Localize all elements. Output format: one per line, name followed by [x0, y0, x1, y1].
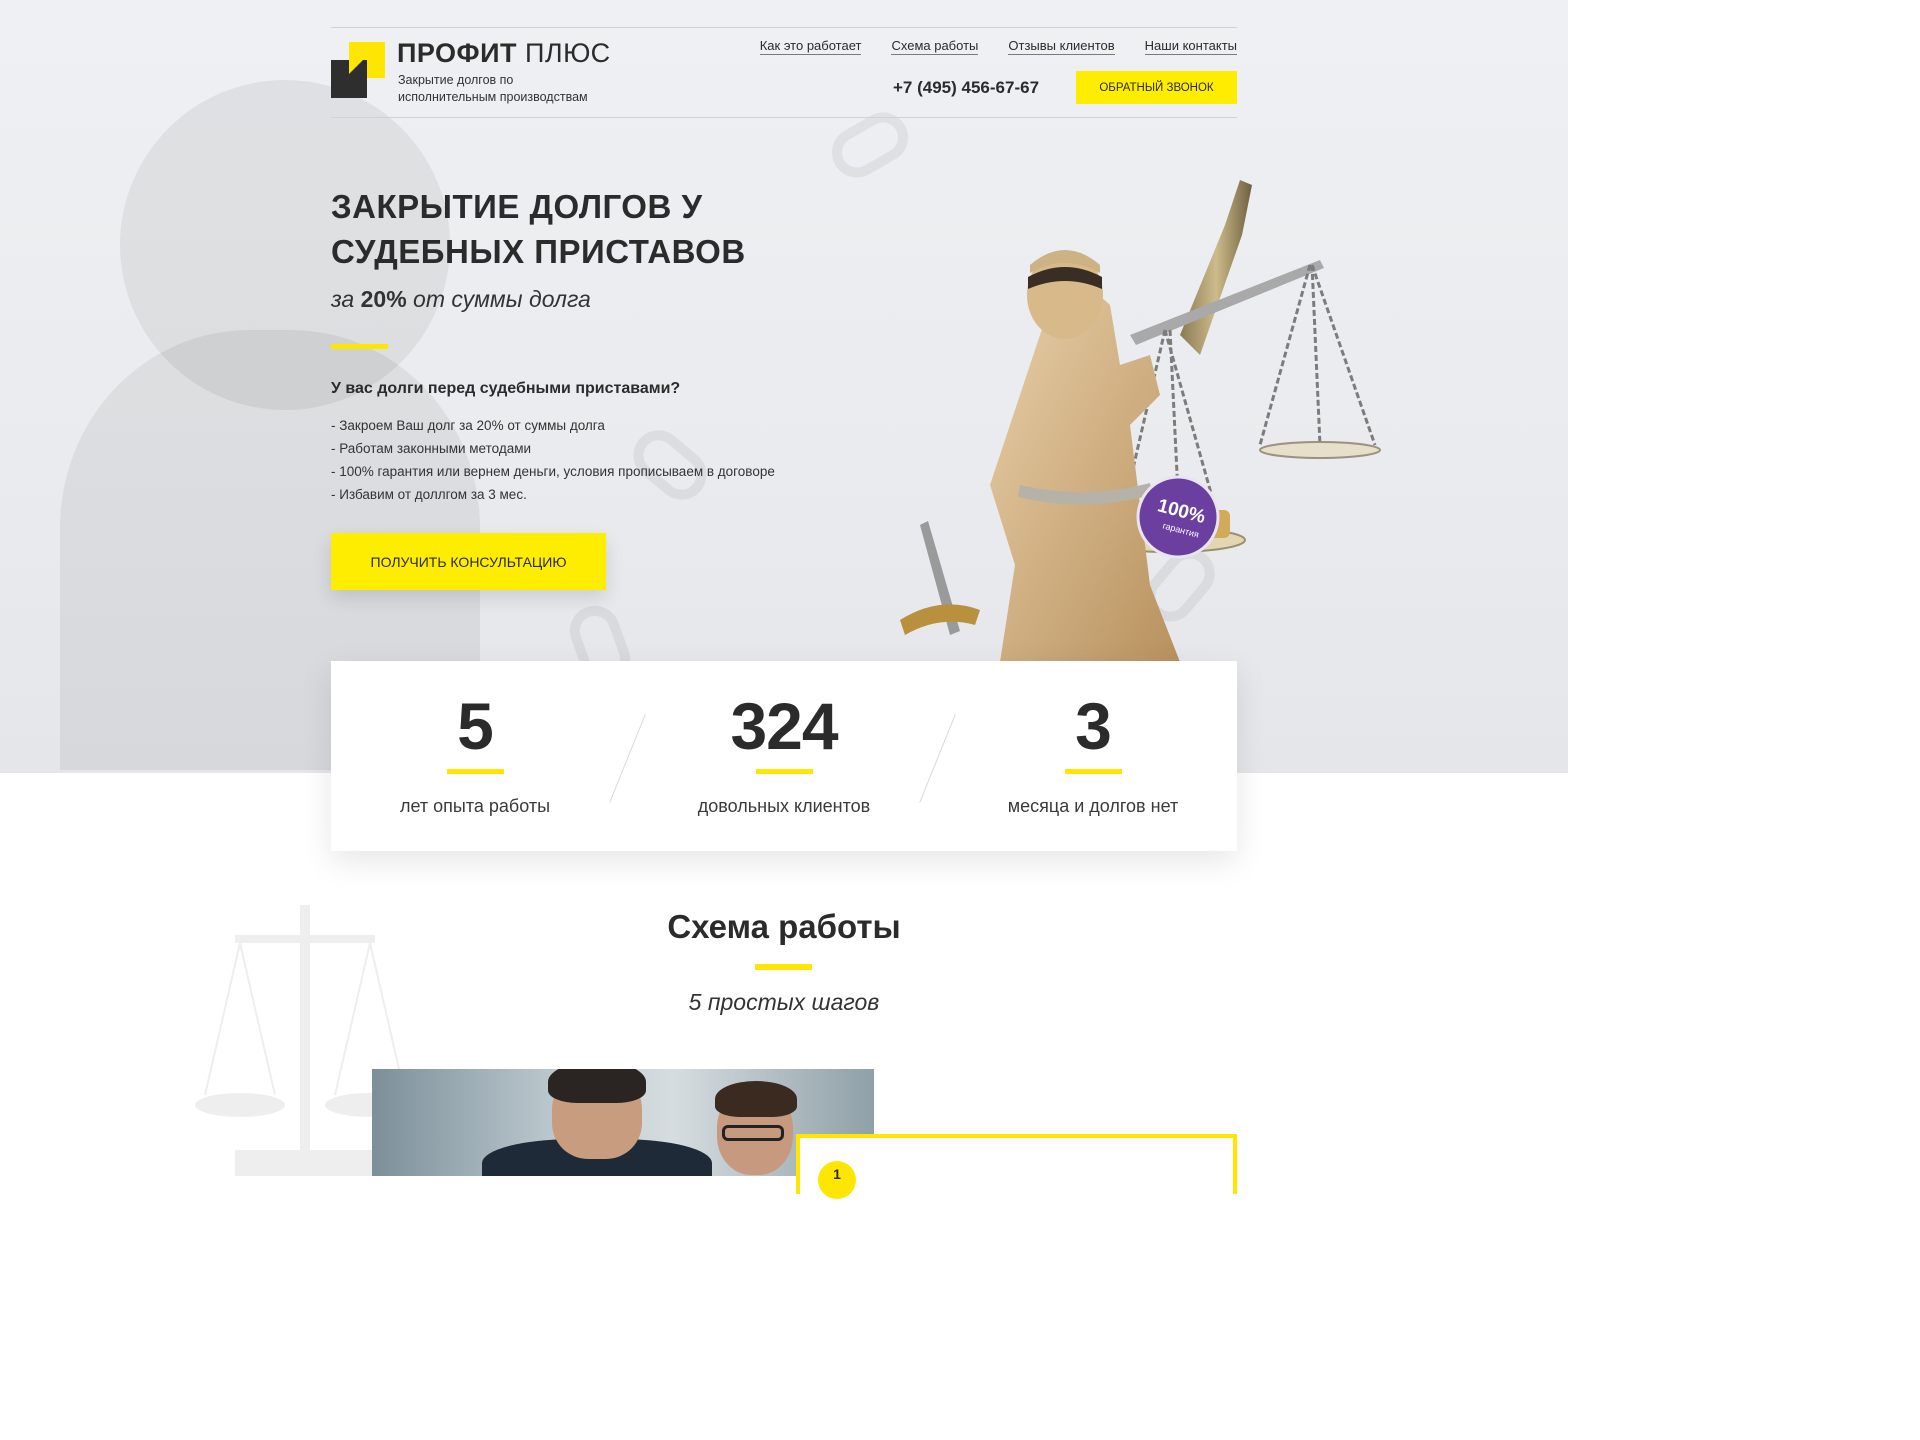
hero-subtitle: за 20% от суммы долга [331, 286, 591, 312]
section-title: Схема работы [667, 908, 901, 945]
stat-label: довольных клиентов [697, 796, 871, 816]
list-item: - Работам законными методами [331, 441, 532, 456]
nav-link-how-it-works[interactable]: Как это работает [759, 38, 862, 55]
header-top-divider [331, 27, 1237, 28]
stat-accent-bar [755, 769, 813, 774]
justice-statue-image: 100% гарантия [900, 180, 1381, 662]
callback-button[interactable]: Обратный звонок [1076, 71, 1237, 104]
list-item: - Закроем Ваш долг за 20% от суммы долга [331, 418, 605, 433]
hero-question: У вас долги перед судебными приставами? [331, 380, 681, 397]
stat-value: 324 [730, 689, 838, 763]
stat-label: месяца и долгов нет [1007, 796, 1179, 816]
stat-years: 5 лет опыта работы [325, 661, 625, 817]
phone-number[interactable]: +7 (495) 456-67-67 [893, 78, 1039, 98]
nav-link-scheme[interactable]: Схема работы [891, 38, 979, 55]
header-bottom-divider [331, 117, 1237, 118]
step-number-badge: 1 [818, 1161, 856, 1199]
top-nav: Как это работает Схема работы Отзывы кли… [759, 38, 1237, 55]
stats-card: 5 лет опыта работы 324 довольных клиенто… [331, 661, 1237, 851]
list-item: - Избавим от доллгом за 3 мес. [331, 487, 527, 502]
brand-tagline: Закрытие долгов по исполнительным произв… [398, 73, 588, 104]
stat-accent-bar [446, 769, 504, 774]
list-item: - 100% гарантия или вернем деньги, услов… [331, 464, 775, 479]
stat-accent-bar [1064, 769, 1122, 774]
stat-months: 3 месяца и долгов нет [943, 661, 1243, 817]
hero-benefits-list: - Закроем Ваш долг за 20% от суммы долга… [331, 414, 775, 506]
nav-link-contacts[interactable]: Наши контакты [1144, 38, 1237, 55]
nav-link-reviews[interactable]: Отзывы клиентов [1008, 38, 1115, 55]
section-subtitle: 5 простых шагов [688, 989, 880, 1015]
stat-label: лет опыта работы [399, 796, 551, 816]
section-accent-rule [755, 964, 812, 970]
hero-accent-rule [331, 344, 388, 349]
stat-value: 3 [1075, 689, 1112, 763]
get-consultation-button[interactable]: Получить консультацию [331, 533, 606, 590]
brand-name[interactable]: ПРОФИТ ПЛЮС [397, 38, 611, 69]
stat-clients: 324 довольных клиентов [634, 661, 934, 817]
step-card [796, 1134, 1237, 1194]
logo-icon[interactable] [331, 42, 385, 98]
hero-title: Закрытие долгов у судебных приставов [331, 188, 746, 270]
stat-value: 5 [457, 689, 494, 763]
